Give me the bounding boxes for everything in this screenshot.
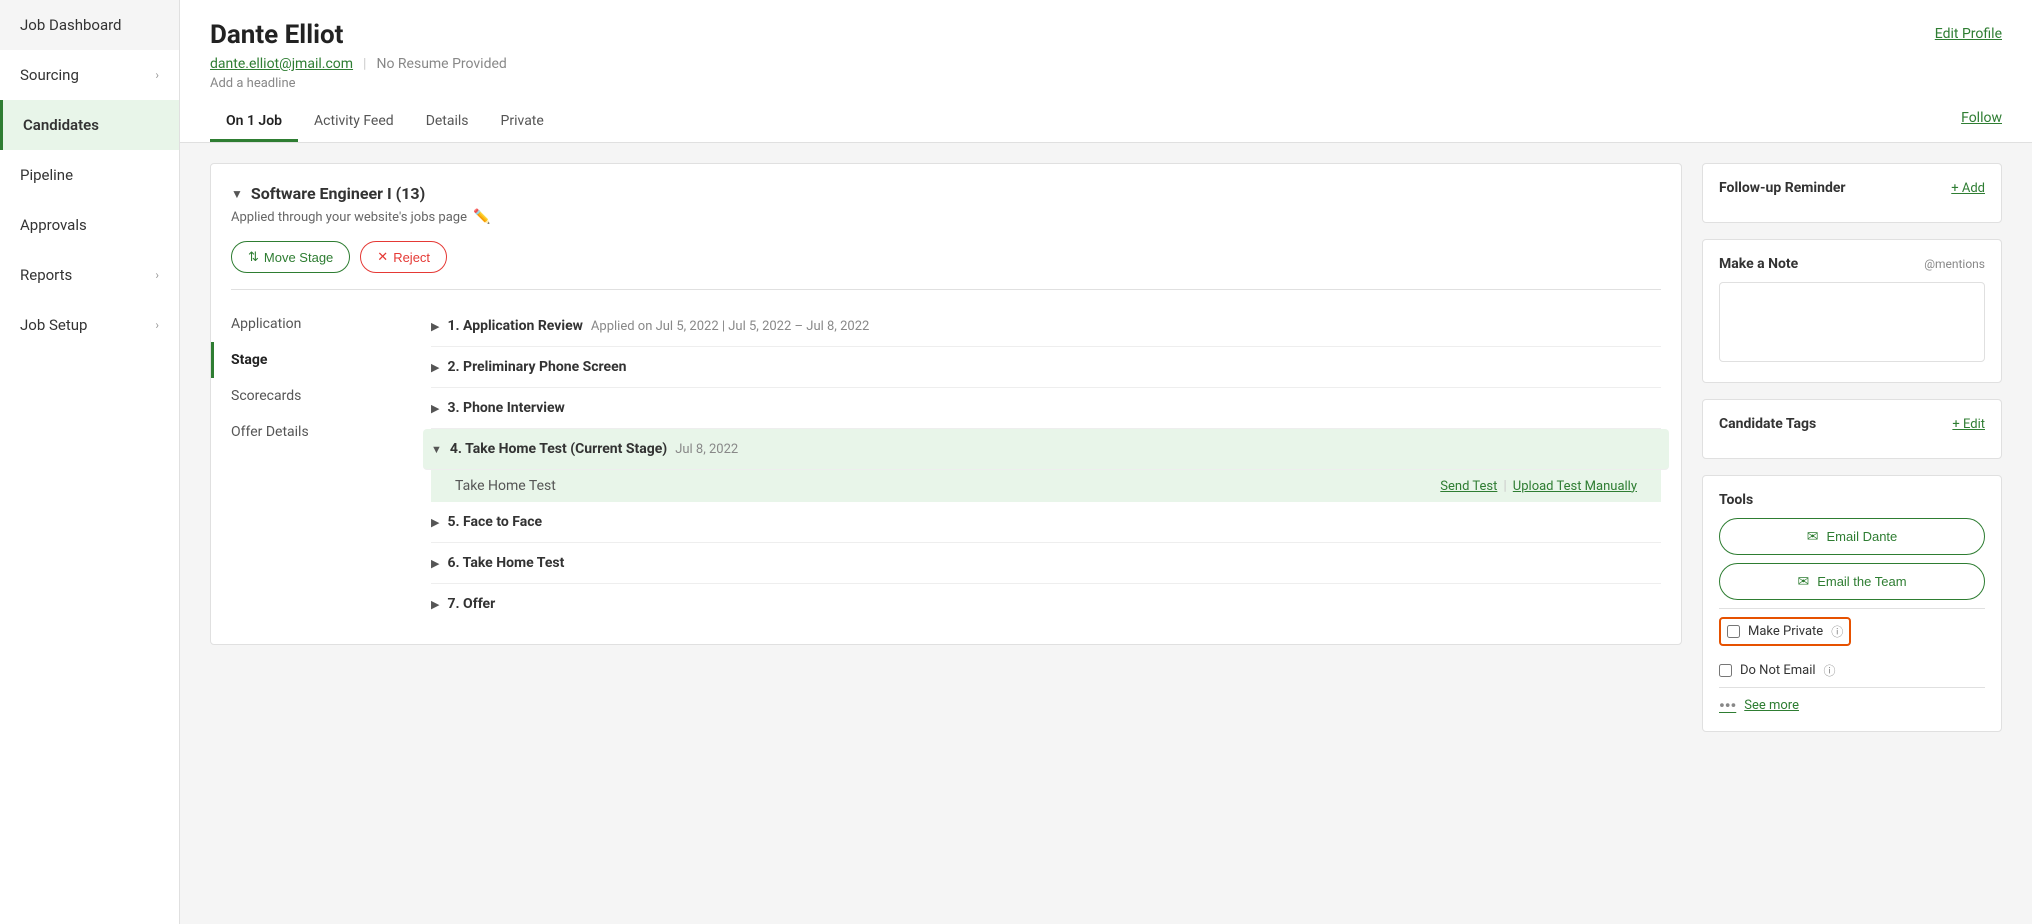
add-reminder-link[interactable]: + Add [1951,181,1985,196]
make-private-row[interactable]: Make Private ⓘ [1719,617,1851,646]
reject-icon: ✕ [377,249,388,265]
email-dante-button[interactable]: ✉ Email Dante [1719,518,1985,555]
chevron-icon: › [155,268,159,282]
sidebar-label: Sourcing [20,66,79,84]
edit-profile-link[interactable]: Edit Profile [1935,26,2002,42]
note-textarea[interactable] [1719,282,1985,362]
sidebar-item-pipeline[interactable]: Pipeline [0,150,179,200]
upload-test-manually-link[interactable]: Upload Test Manually [1513,479,1637,494]
chevron-icon: › [155,318,159,332]
tab-details[interactable]: Details [410,103,485,142]
sidebar-item-candidates[interactable]: Candidates [0,100,179,150]
make-note-section: Make a Note @mentions [1702,239,2002,383]
tab-list: On 1 JobActivity FeedDetailsPrivate [210,103,560,142]
candidate-tags-section: Candidate Tags + Edit [1702,399,2002,459]
main-panel: ▼ Software Engineer I (13) Applied throu… [210,163,1682,732]
stage-collapse-icon: ▶ [431,361,439,374]
candidate-header: Dante Elliot Edit Profile dante.elliot@j… [180,0,2032,143]
send-test-link[interactable]: Send Test [1440,479,1497,494]
tab-activity-feed[interactable]: Activity Feed [298,103,410,142]
stage-collapse-icon: ▶ [431,557,439,570]
main-content: Dante Elliot Edit Profile dante.elliot@j… [180,0,2032,924]
tools-title: Tools [1719,492,1753,508]
stage-collapse-icon: ▶ [431,516,439,529]
do-not-email-row[interactable]: Do Not Email ⓘ [1719,662,1985,679]
stage-row[interactable]: ▶ 5. Face to Face [431,502,1661,543]
no-resume-text: No Resume Provided [376,56,506,72]
add-headline-link[interactable]: Add a headline [210,76,2002,91]
job-title: Software Engineer I (13) [251,184,425,203]
stage-navigation: Application Stage Scorecards Offer Detai… [231,289,1661,624]
move-stage-button[interactable]: ⇅ Move Stage [231,241,350,273]
content-area: ▼ Software Engineer I (13) Applied throu… [180,143,2032,752]
make-note-title: Make a Note [1719,256,1798,272]
sidebar-item-job-setup[interactable]: Job Setup › [0,300,179,350]
stage-nav-offer-details[interactable]: Offer Details [231,414,431,450]
stage-list: ▶ 1. Application Review Applied on Jul 5… [431,306,1661,624]
take-home-test-row: Take Home Test Send Test | Upload Test M… [431,470,1661,502]
reject-button[interactable]: ✕ Reject [360,241,447,273]
tools-section: Tools ✉ Email Dante ✉ Email the Team Mak… [1702,475,2002,732]
make-private-info-icon: ⓘ [1831,623,1843,640]
email-team-icon: ✉ [1797,573,1809,590]
stage-nav-application[interactable]: Application [231,306,431,342]
sidebar-label: Approvals [20,216,87,234]
sidebar: Job Dashboard Sourcing › Candidates Pipeline… [0,0,180,924]
do-not-email-checkbox[interactable] [1719,664,1732,677]
stage-row[interactable]: ▶ 7. Offer [431,584,1661,624]
candidate-tags-title: Candidate Tags [1719,416,1816,432]
email-dante-icon: ✉ [1807,528,1819,545]
stage-expand-icon: ▼ [431,443,442,456]
candidate-subheader: dante.elliot@jmail.com | No Resume Provi… [210,56,2002,72]
collapse-arrow-icon[interactable]: ▼ [231,187,243,201]
tab-on-1-job[interactable]: On 1 Job [210,103,298,142]
stage-row[interactable]: ▶ 3. Phone Interview [431,388,1661,429]
stage-row[interactable]: ▶ 6. Take Home Test [431,543,1661,584]
stage-row[interactable]: ▶ 1. Application Review Applied on Jul 5… [431,306,1661,347]
follow-up-section: Follow-up Reminder + Add [1702,163,2002,223]
right-panel: Follow-up Reminder + Add Make a Note @me… [1702,163,2002,732]
stage-collapse-icon: ▶ [431,402,439,415]
chevron-icon: › [155,68,159,82]
see-more-link[interactable]: ••• See more [1719,696,1985,715]
sidebar-item-sourcing[interactable]: Sourcing › [0,50,179,100]
stage-nav-stage[interactable]: Stage [231,342,431,378]
current-stage-row[interactable]: ▼ 4. Take Home Test (Current Stage) Jul … [423,429,1669,470]
do-not-email-info-icon: ⓘ [1824,662,1836,679]
follow-up-title: Follow-up Reminder [1719,180,1846,196]
job-card: ▼ Software Engineer I (13) Applied throu… [210,163,1682,645]
sidebar-label: Job Setup [20,316,87,334]
stage-row[interactable]: ▶ 2. Preliminary Phone Screen [431,347,1661,388]
tab-private[interactable]: Private [485,103,560,142]
edit-subtitle-icon[interactable]: ✏️ [473,209,490,225]
stage-collapse-icon: ▶ [431,320,439,333]
sidebar-label: Candidates [23,116,99,134]
sidebar-item-approvals[interactable]: Approvals [0,200,179,250]
candidate-email[interactable]: dante.elliot@jmail.com [210,56,353,72]
sidebar-label: Pipeline [20,166,73,184]
stage-nav-scorecards[interactable]: Scorecards [231,378,431,414]
sidebar-label: Reports [20,266,72,284]
stage-nav-column: Application Stage Scorecards Offer Detai… [231,306,431,624]
edit-tags-link[interactable]: + Edit [1952,417,1985,432]
make-private-checkbox[interactable] [1727,625,1740,638]
sidebar-label: Job Dashboard [20,16,122,34]
follow-button[interactable]: Follow [1961,110,2002,136]
email-team-button[interactable]: ✉ Email the Team [1719,563,1985,600]
sidebar-item-reports[interactable]: Reports › [0,250,179,300]
action-buttons: ⇅ Move Stage ✕ Reject [231,241,1661,273]
sidebar-item-job-dashboard[interactable]: Job Dashboard [0,0,179,50]
job-subtitle: Applied through your website's jobs page… [231,209,1661,225]
stage-collapse-icon: ▶ [431,598,439,611]
tabs-bar: On 1 JobActivity FeedDetailsPrivate Foll… [210,103,2002,142]
mentions-label: @mentions [1924,257,1985,271]
candidate-name: Dante Elliot [210,20,343,50]
move-stage-icon: ⇅ [248,249,259,265]
